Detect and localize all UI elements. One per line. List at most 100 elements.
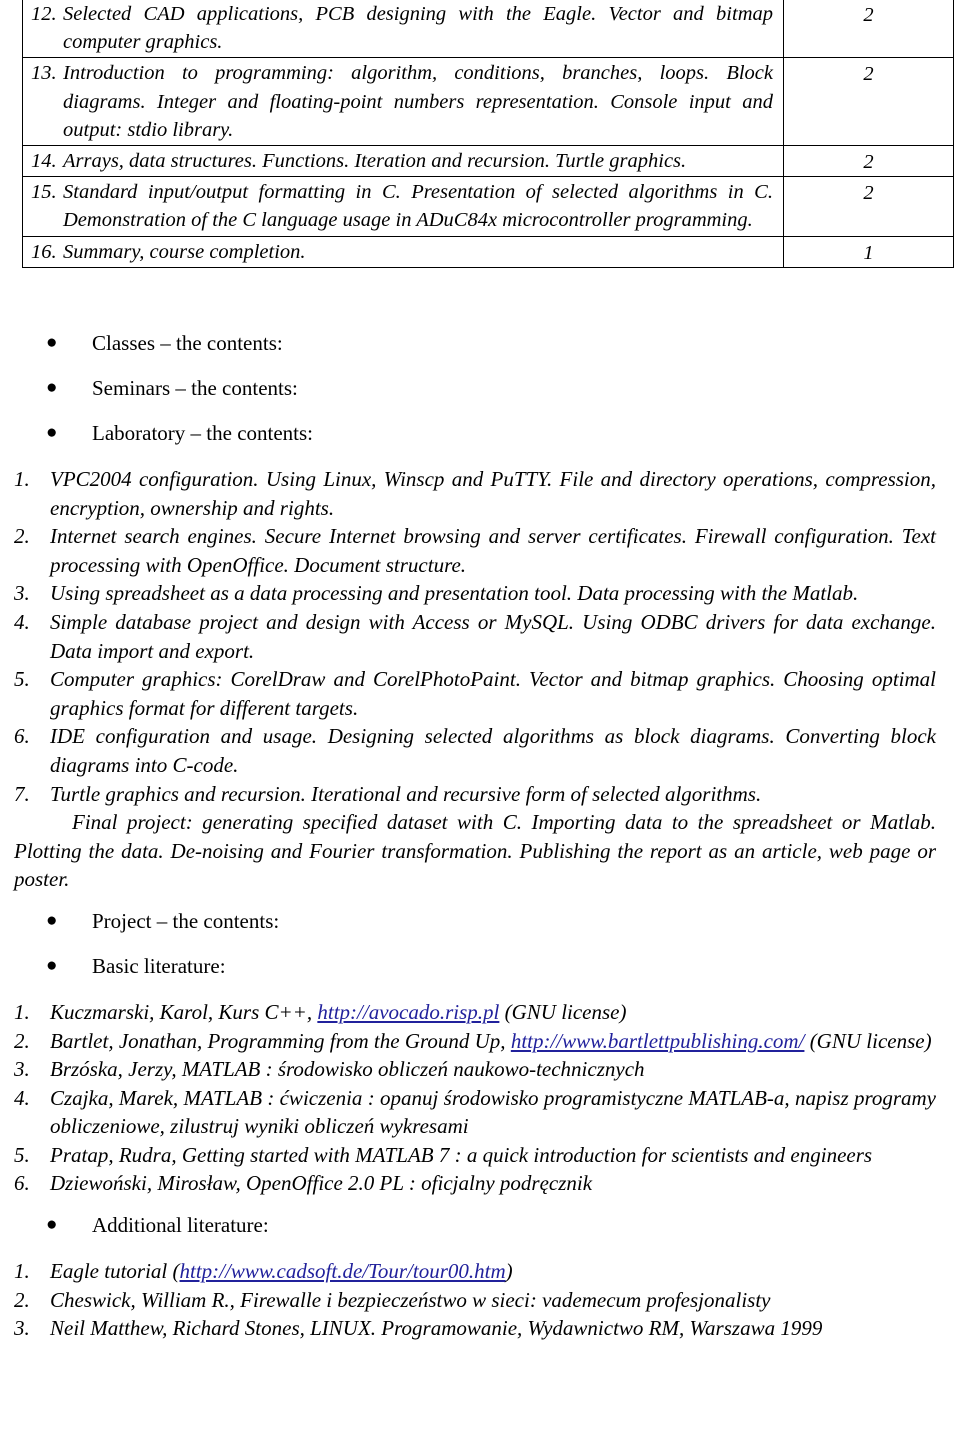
- item-text: Dziewoński, Mirosław, OpenOffice 2.0 PL …: [50, 1171, 593, 1196]
- syllabus-table-body: 12. Selected CAD applications, PCB desig…: [22, 0, 954, 268]
- document-page: 12. Selected CAD applications, PCB desig…: [0, 0, 960, 1436]
- bullet-icon: ●: [46, 954, 58, 976]
- hours-cell: 2: [783, 57, 954, 147]
- topic-number: 12.: [31, 3, 57, 25]
- item-number: 1.: [14, 467, 30, 491]
- topic-cell: 12. Selected CAD applications, PCB desig…: [22, 0, 784, 59]
- topic-cell: 13. Introduction to programming: algorit…: [22, 57, 784, 147]
- list-item: 2. Cheswick, William R., Firewalle i bez…: [14, 1286, 936, 1315]
- table-row: 14. Arrays, data structures. Functions. …: [22, 145, 954, 178]
- link-cadsoft-tutorial[interactable]: http://www.cadsoft.de/Tour/tour00.htm: [180, 1259, 506, 1283]
- bullet-icon: ●: [46, 909, 58, 931]
- citation-suffix: ): [505, 1259, 513, 1284]
- table-row: 15. Standard input/output formatting in …: [22, 176, 954, 237]
- item-number: 7.: [14, 781, 30, 806]
- citation-text: Eagle tutorial (: [50, 1259, 180, 1284]
- final-project-paragraph: Final project: generating specified data…: [14, 810, 936, 892]
- item-number: 6.: [14, 1171, 30, 1196]
- item-number: 6.: [14, 724, 30, 749]
- heading-label: Basic literature:: [92, 953, 226, 978]
- hours-cell: 2: [783, 0, 954, 59]
- list-item: 4. Czajka, Marek, MATLAB : ćwiczenia : o…: [14, 1084, 936, 1141]
- table-row: 12. Selected CAD applications, PCB desig…: [22, 0, 954, 59]
- item-text: Simple database project and design with …: [50, 609, 936, 663]
- laboratory-contents-list: 1. VPC2004 configuration. Using Linux, W…: [14, 465, 936, 808]
- list-item: 3. Brzóska, Jerzy, MATLAB : środowisko o…: [14, 1055, 936, 1084]
- link-bartlettpublishing[interactable]: http://www.bartlettpublishing.com/: [511, 1029, 805, 1053]
- citation-license: (GNU license): [499, 999, 627, 1024]
- item-text: Computer graphics: CorelDraw and CorelPh…: [50, 667, 936, 720]
- contents-headings-group: ● Classes – the contents: ● Seminars – t…: [14, 330, 936, 446]
- topic-entry: 14. Arrays, data structures. Functions. …: [31, 147, 773, 175]
- syllabus-hours-table: 12. Selected CAD applications, PCB desig…: [22, 0, 954, 268]
- link-avocado[interactable]: http://avocado.risp.pl: [317, 1000, 499, 1024]
- topic-entry: 15. Standard input/output formatting in …: [31, 178, 773, 234]
- document-body: ● Classes – the contents: ● Seminars – t…: [14, 330, 936, 1343]
- heading-label: Project – the contents:: [92, 908, 280, 933]
- item-number: 3.: [14, 1316, 30, 1341]
- item-text: Turtle graphics and recursion. Iteration…: [50, 781, 762, 806]
- list-item: 4. Simple database project and design wi…: [14, 608, 936, 665]
- list-item: 2. Bartlet, Jonathan, Programming from t…: [14, 1027, 936, 1056]
- topic-text: Summary, course completion.: [63, 240, 306, 263]
- citation-text: Kuczmarski, Karol, Kurs C++,: [50, 999, 318, 1024]
- topic-text: Selected CAD applications, PCB designing…: [63, 3, 773, 54]
- heading-classes-contents: ● Classes – the contents:: [14, 330, 936, 356]
- topic-text: Standard input/output formatting in C. P…: [63, 181, 773, 232]
- heading-label: Seminars – the contents:: [92, 376, 298, 400]
- item-number: 5.: [14, 1142, 30, 1167]
- topic-cell: 14. Arrays, data structures. Functions. …: [22, 145, 784, 178]
- heading-additional-literature: ● Additional literature:: [14, 1212, 936, 1238]
- topic-cell: 15. Standard input/output formatting in …: [22, 176, 784, 237]
- heading-label: Laboratory – the contents:: [92, 421, 314, 445]
- topic-cell: 16. Summary, course completion.: [22, 235, 784, 268]
- topic-text: Arrays, data structures. Functions. Iter…: [63, 150, 687, 173]
- item-number: 3.: [14, 581, 30, 606]
- heading-label: Additional literature:: [92, 1213, 269, 1238]
- topic-number: 13.: [31, 62, 57, 85]
- heading-basic-literature: ● Basic literature:: [14, 953, 936, 979]
- list-item: 1. Kuczmarski, Karol, Kurs C++, http://a…: [14, 998, 936, 1027]
- bullet-icon: ●: [46, 377, 58, 398]
- list-item: 3. Neil Matthew, Richard Stones, LINUX. …: [14, 1314, 936, 1343]
- heading-label: Classes – the contents:: [92, 331, 283, 355]
- topic-number: 15.: [31, 181, 57, 204]
- basic-literature-list: 1. Kuczmarski, Karol, Kurs C++, http://a…: [14, 998, 936, 1198]
- item-text: Using spreadsheet as a data processing a…: [50, 581, 859, 606]
- item-number: 4.: [14, 609, 30, 634]
- project-and-literature-headings: ● Project – the contents: ● Basic litera…: [14, 908, 936, 979]
- list-item: 6. Dziewoński, Mirosław, OpenOffice 2.0 …: [14, 1169, 936, 1198]
- topic-text: Introduction to programming: algorithm, …: [63, 62, 773, 141]
- heading-laboratory-contents: ● Laboratory – the contents:: [14, 420, 936, 446]
- table-row: 13. Introduction to programming: algorit…: [22, 57, 954, 147]
- list-item: 1. Eagle tutorial (http://www.cadsoft.de…: [14, 1257, 936, 1286]
- item-text: Eagle tutorial (http://www.cadsoft.de/To…: [50, 1257, 936, 1286]
- topic-number: 16.: [31, 240, 57, 263]
- item-text: Kuczmarski, Karol, Kurs C++, http://avoc…: [50, 998, 936, 1027]
- item-text: IDE configuration and usage. Designing s…: [50, 724, 936, 777]
- list-item: 3. Using spreadsheet as a data processin…: [14, 579, 936, 608]
- bullet-icon: ●: [46, 1214, 58, 1236]
- item-number: 2.: [14, 524, 30, 549]
- list-item: 2. Internet search engines. Secure Inter…: [14, 522, 936, 579]
- topic-entry: 12. Selected CAD applications, PCB desig…: [31, 0, 773, 56]
- item-number: 3.: [14, 1057, 30, 1082]
- additional-literature-list: 1. Eagle tutorial (http://www.cadsoft.de…: [14, 1257, 936, 1343]
- topic-entry: 13. Introduction to programming: algorit…: [31, 59, 773, 144]
- heading-seminars-contents: ● Seminars – the contents:: [14, 375, 936, 401]
- item-number: 5.: [14, 667, 30, 692]
- topic-number: 14.: [31, 150, 57, 173]
- list-item: 6. IDE configuration and usage. Designin…: [14, 722, 936, 779]
- item-number: 1.: [14, 1259, 30, 1284]
- item-number: 4.: [14, 1085, 30, 1110]
- heading-project-contents: ● Project – the contents:: [14, 908, 936, 934]
- item-text: Brzóska, Jerzy, MATLAB : środowisko obli…: [50, 1057, 645, 1082]
- additional-literature-heading-group: ● Additional literature:: [14, 1212, 936, 1238]
- list-item: 7. Turtle graphics and recursion. Iterat…: [14, 780, 936, 809]
- item-text: Czajka, Marek, MATLAB : ćwiczenia : opan…: [50, 1085, 936, 1139]
- topic-entry: 16. Summary, course completion.: [31, 238, 773, 266]
- hours-cell: 1: [783, 235, 954, 268]
- bullet-icon: ●: [46, 422, 58, 443]
